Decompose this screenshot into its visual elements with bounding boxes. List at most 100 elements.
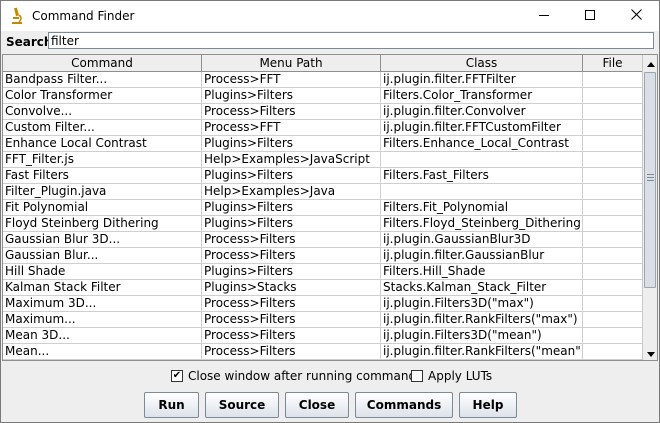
table-row[interactable]: Hill Shade Plugins>Filters Filters.Hill_Sh… [3,264,643,280]
cell-class: Filters.Hill_Shade [381,264,583,280]
column-header-command[interactable]: Command [3,55,202,71]
grip-line-icon [647,180,654,181]
table-row[interactable]: Bandpass Filter... Process>FFT ij.plugin.f… [3,72,643,88]
cell-class: ij.plugin.Filters3D("mean") [381,328,583,344]
cell-class: ij.plugin.filter.FFTCustomFilter [381,120,583,136]
table-row[interactable]: Maximum... Process>Filters ij.plugin.filte… [3,312,643,328]
cell-menu-path: Process>Filters [202,104,381,120]
table-row[interactable]: Custom Filter... Process>FFT ij.plugin.fil… [3,120,643,136]
table-row[interactable]: Floyd Steinberg Dithering Plugins>Filters… [3,216,643,232]
table-row[interactable]: Maximum 3D... Process>Filters ij.plugin.Fi… [3,296,643,312]
cell-class: Filters.Floyd_Steinberg_Dithering [381,216,583,232]
cell-command: Floyd Steinberg Dithering [3,216,202,232]
cell-file [583,344,643,360]
cell-class: Filters.Color_Transformer [381,88,583,104]
apply-luts-checkbox[interactable] [411,370,423,382]
table-row[interactable]: Mean 3D... Process>Filters ij.plugin.Filte… [3,328,643,344]
scroll-up-button[interactable] [643,55,657,70]
cell-file [583,264,643,280]
cell-class [381,152,583,168]
search-input[interactable] [48,32,654,49]
cell-menu-path: Plugins>Filters [202,200,381,216]
table-row[interactable]: Gaussian Blur 3D... Process>Filters ij.plu… [3,232,643,248]
cell-file [583,88,643,104]
table-row[interactable]: FFT_Filter.js Help>Examples>JavaScript [3,152,643,168]
cell-command: FFT_Filter.js [3,152,202,168]
commands-button[interactable]: Commands [355,392,453,418]
table-row[interactable]: Fit Polynomial Plugins>Filters Filters.Fit… [3,200,643,216]
cell-command: Custom Filter... [3,120,202,136]
cell-command: Kalman Stack Filter [3,280,202,296]
cell-class: Filters.Fit_Polynomial [381,200,583,216]
close-window-label[interactable]: Close window after running command [188,369,416,383]
column-header-class[interactable]: Class [381,55,583,71]
table-row[interactable]: Mean... Process>Filters ij.plugin.filter.R… [3,344,643,360]
grip-line-icon [647,177,654,178]
cell-menu-path: Process>Filters [202,328,381,344]
maximize-icon [585,9,595,23]
table-header: Command Menu Path Class File [3,55,643,72]
cell-file [583,232,643,248]
scroll-down-button[interactable] [643,345,657,360]
scrollbar-thumb[interactable] [644,72,656,288]
cell-menu-path: Plugins>Stacks [202,280,381,296]
cell-file [583,152,643,168]
cell-command: Filter_Plugin.java [3,184,202,200]
close-window-option[interactable]: ✔ Close window after running command [171,367,416,385]
cell-command: Convolve... [3,104,202,120]
help-button[interactable]: Help [459,392,517,418]
cell-menu-path: Help>Examples>JavaScript [202,152,381,168]
table-row[interactable]: Kalman Stack Filter Plugins>Stacks Stacks.… [3,280,643,296]
cell-file [583,216,643,232]
cell-menu-path: Help>Examples>Java [202,184,381,200]
table-row[interactable]: Fast Filters Plugins>Filters Filters.Fast_… [3,168,643,184]
title-bar[interactable]: Command Finder [1,1,659,31]
cell-file [583,248,643,264]
cell-menu-path: Plugins>Filters [202,88,381,104]
run-button[interactable]: Run [144,392,199,418]
options-row: ✔ Close window after running command App… [1,367,659,385]
maximize-button[interactable] [567,1,613,31]
cell-file [583,184,643,200]
column-header-menu-path[interactable]: Menu Path [202,55,381,71]
apply-luts-option[interactable]: Apply LUTs [411,367,492,385]
button-bar: Run Source Close Commands Help [1,392,659,418]
table-row[interactable]: Gaussian Blur... Process>Filters ij.plugin… [3,248,643,264]
cell-file [583,200,643,216]
close-window-button[interactable] [613,1,659,31]
cell-menu-path: Process>Filters [202,344,381,360]
command-table: Command Menu Path Class File Bandpass Fi… [2,54,658,361]
cell-class [381,184,583,200]
close-button[interactable]: Close [285,392,349,418]
cell-command: Hill Shade [3,264,202,280]
cell-file [583,136,643,152]
cell-command: Fit Polynomial [3,200,202,216]
cell-class: Stacks.Kalman_Stack_Filter [381,280,583,296]
table-row[interactable]: Color Transformer Plugins>Filters Filters.… [3,88,643,104]
cell-command: Gaussian Blur... [3,248,202,264]
cell-file [583,168,643,184]
cell-class: ij.plugin.filter.RankFilters("mean") [381,344,583,360]
cell-command: Color Transformer [3,88,202,104]
cell-menu-path: Plugins>Filters [202,216,381,232]
vertical-scrollbar[interactable] [642,55,657,360]
source-button[interactable]: Source [205,392,279,418]
minimize-button[interactable] [521,1,567,31]
table-row[interactable]: Filter_Plugin.java Help>Examples>Java [3,184,643,200]
cell-menu-path: Process>Filters [202,312,381,328]
close-window-checkbox[interactable]: ✔ [171,370,183,382]
cell-command: Enhance Local Contrast [3,136,202,152]
cell-file [583,328,643,344]
chevron-down-icon [646,346,655,360]
cell-command: Mean 3D... [3,328,202,344]
cell-class: ij.plugin.Filters3D("max") [381,296,583,312]
cell-class: ij.plugin.filter.GaussianBlur [381,248,583,264]
cell-command: Maximum... [3,312,202,328]
table-row[interactable]: Convolve... Process>Filters ij.plugin.filt… [3,104,643,120]
table-row[interactable]: Enhance Local Contrast Plugins>Filters Fil… [3,136,643,152]
apply-luts-label[interactable]: Apply LUTs [428,369,492,383]
cell-class: ij.plugin.GaussianBlur3D [381,232,583,248]
column-header-file[interactable]: File [583,55,643,71]
cell-menu-path: Process>Filters [202,232,381,248]
cell-menu-path: Process>FFT [202,72,381,88]
